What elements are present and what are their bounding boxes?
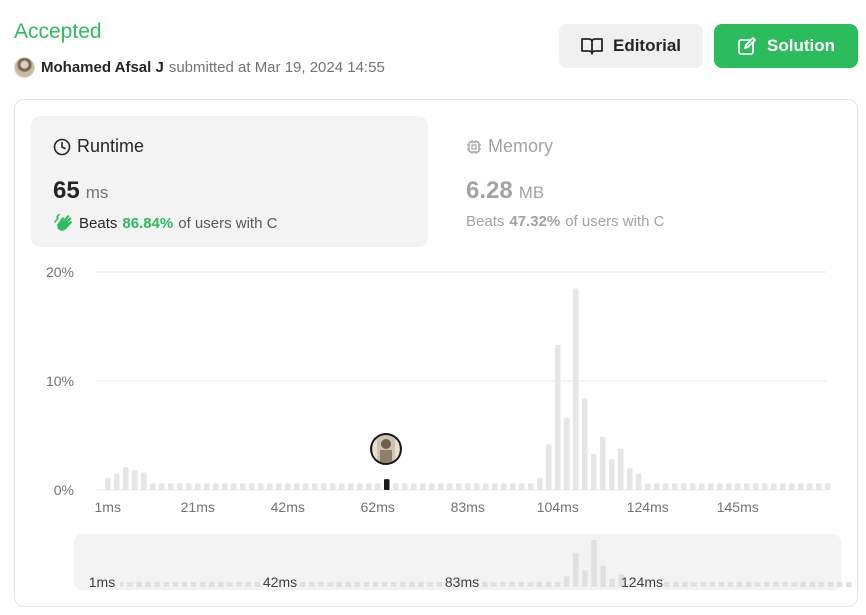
author-name[interactable]: Mohamed Afsal J [41, 59, 164, 76]
chip-icon [467, 139, 481, 154]
runtime-beats-label: Beats [79, 214, 118, 232]
memory-beats-pct: 47.32% [509, 213, 561, 230]
memory-beats-label: Beats [466, 213, 505, 230]
editorial-label: Editorial [612, 36, 681, 55]
solution-label: Solution [767, 36, 835, 55]
book-icon [581, 38, 603, 55]
memory-value: 6.28 MB [466, 177, 544, 205]
submission-byline: Mohamed Afsal J submitted at Mar 19, 202… [14, 56, 385, 78]
runtime-beats: Beats 86.84% of users with C [53, 213, 277, 233]
status-accepted: Accepted [14, 20, 102, 43]
submitted-time: submitted at Mar 19, 2024 14:55 [168, 58, 385, 76]
memory-unit: MB [518, 183, 545, 202]
memory-number: 6.28 [466, 177, 513, 204]
runtime-beats-suffix: of users with C [178, 214, 278, 232]
solution-button[interactable]: Solution [714, 24, 858, 68]
runtime-unit: ms [85, 183, 109, 202]
memory-beats: Beats 47.32% of users with C [466, 213, 664, 230]
runtime-number: 65 [53, 177, 80, 204]
memory-title: Memory [466, 136, 553, 157]
edit-icon [738, 37, 756, 55]
runtime-panel[interactable]: Runtime 65 ms Beats 86.84% of users with … [31, 116, 428, 247]
runtime-beats-pct: 86.84% [122, 214, 174, 232]
editorial-button[interactable]: Editorial [559, 24, 703, 68]
runtime-title: Runtime [53, 136, 144, 157]
memory-panel[interactable]: Memory 6.28 MB Beats 47.32% of users with… [450, 116, 847, 247]
runtime-value: 65 ms [53, 177, 108, 205]
runtime-title-text: Runtime [77, 136, 145, 156]
clap-icon [54, 213, 73, 231]
clock-icon [53, 138, 71, 155]
memory-beats-suffix: of users with C [565, 213, 665, 230]
memory-title-text: Memory [488, 136, 554, 156]
avatar[interactable] [14, 56, 35, 78]
